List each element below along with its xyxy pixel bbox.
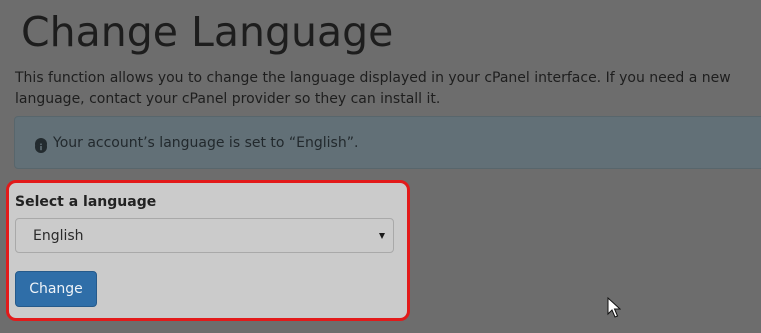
- info-icon: [35, 138, 47, 153]
- select-language-label: Select a language: [15, 194, 157, 210]
- selected-language: English: [33, 228, 84, 244]
- page-title: Change Language: [21, 8, 394, 56]
- dropdown-caret-icon: [379, 233, 385, 239]
- language-select[interactable]: English: [15, 218, 394, 253]
- mouse-pointer-icon: [607, 297, 621, 318]
- change-button[interactable]: Change: [15, 271, 97, 307]
- language-info-alert: Your account’s language is set to “Engli…: [14, 116, 761, 169]
- alert-text: Your account’s language is set to “Engli…: [53, 135, 359, 151]
- page-description: This function allows you to change the l…: [15, 70, 731, 107]
